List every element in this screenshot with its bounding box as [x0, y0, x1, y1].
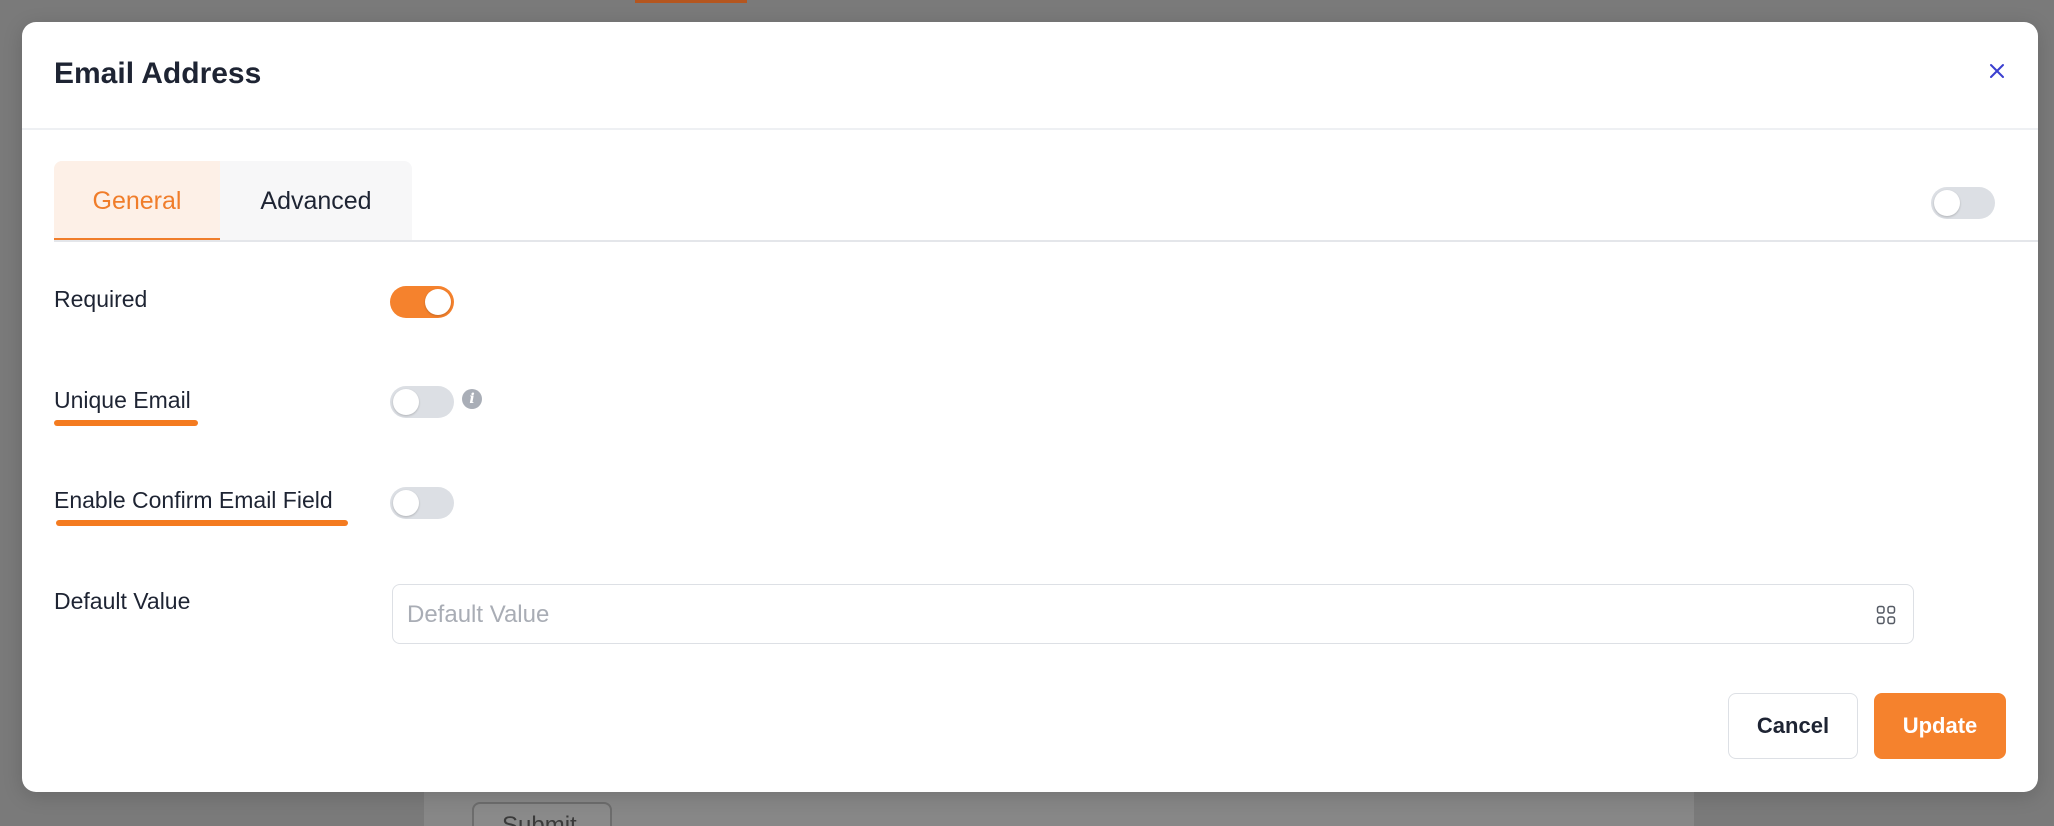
tab-general[interactable]: General: [54, 161, 220, 241]
background-accent-bar: [635, 0, 747, 3]
toggle-knob: [1934, 190, 1960, 216]
confirm-email-toggle[interactable]: [390, 487, 454, 519]
modal-title: Email Address: [54, 57, 262, 90]
toggle-knob: [393, 490, 419, 516]
unique-email-underline: [54, 420, 198, 426]
email-address-modal: Email Address General Advanced Required …: [22, 22, 2038, 792]
tabs-divider: [54, 240, 2038, 242]
confirm-email-label: Enable Confirm Email Field: [54, 487, 333, 513]
default-value-field: [392, 584, 1914, 644]
grid-icon[interactable]: [1876, 605, 1896, 625]
required-toggle[interactable]: [390, 286, 454, 318]
tab-advanced[interactable]: Advanced: [220, 161, 412, 241]
unique-email-label: Unique Email: [54, 387, 191, 413]
update-button[interactable]: Update: [1874, 693, 2006, 759]
background-panel: [424, 788, 1694, 826]
default-value-label: Default Value: [54, 588, 191, 614]
settings-tabs: General Advanced: [54, 161, 412, 241]
toggle-knob: [393, 389, 419, 415]
close-button[interactable]: [1982, 56, 2012, 86]
unique-email-toggle[interactable]: [390, 386, 454, 418]
confirm-email-underline: [56, 520, 348, 526]
close-icon: [1990, 64, 2004, 78]
default-value-input[interactable]: [405, 585, 1849, 644]
background-submit-button: Submit: [472, 802, 612, 826]
required-label: Required: [54, 286, 148, 312]
modal-header: Email Address: [22, 22, 2038, 130]
info-icon[interactable]: i: [462, 389, 482, 409]
cancel-button[interactable]: Cancel: [1728, 693, 1858, 759]
toggle-knob: [425, 289, 451, 315]
header-toggle[interactable]: [1931, 187, 1995, 219]
